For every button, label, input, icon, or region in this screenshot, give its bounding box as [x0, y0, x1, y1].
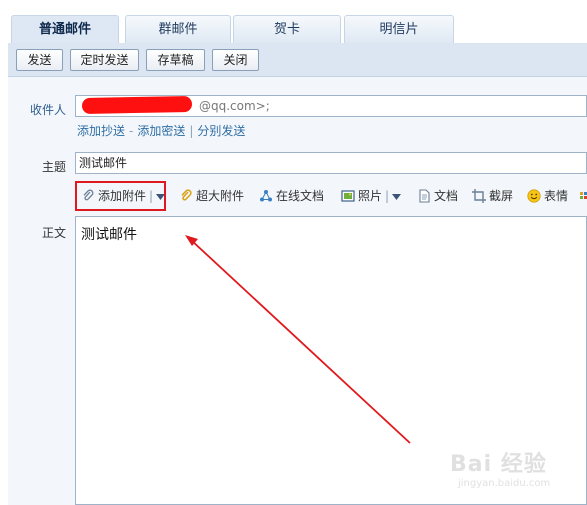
compose-toolbar: 发送 定时发送 存草稿 关闭 [8, 43, 587, 77]
online-doc-label: 在线文档 [276, 189, 325, 203]
crop-icon [472, 188, 486, 203]
grid-icon [580, 191, 587, 199]
separate-send-link[interactable]: 分别发送 [197, 124, 245, 138]
photo-button[interactable]: 照片 | [341, 183, 402, 209]
watermark: Bai 经验 jingyan.baidu.com [450, 446, 580, 496]
document-icon [419, 188, 430, 203]
close-button[interactable]: 关闭 [212, 49, 259, 71]
screenshot-label: 截屏 [489, 189, 514, 203]
photo-label: 照片 [358, 189, 383, 203]
online-doc-button[interactable]: 在线文档 [259, 183, 324, 209]
photo-icon [341, 189, 355, 202]
recipient-value: @qq.com>; [199, 99, 270, 113]
large-paperclip-icon [181, 188, 192, 201]
tab-normal-mail[interactable]: 普通邮件 [11, 15, 119, 44]
share-nodes-icon [260, 189, 272, 201]
timed-send-button[interactable]: 定时发送 [70, 49, 139, 71]
add-bcc-link[interactable]: 添加密送 [137, 124, 185, 138]
recipient-input[interactable]: @qq.com>; [75, 95, 587, 117]
recipient-label: 收件人 [30, 103, 67, 117]
recipient-actions: 添加抄送 - 添加密送 | 分别发送 [77, 124, 246, 138]
add-cc-link[interactable]: 添加抄送 [77, 124, 125, 138]
document-button[interactable]: 文档 [417, 183, 458, 209]
watermark-sub: jingyan.baidu.com [458, 478, 551, 489]
save-draft-button[interactable]: 存草稿 [146, 49, 205, 71]
screenshot-button[interactable]: 截屏 [472, 183, 513, 209]
large-attachment-button[interactable]: 超大附件 [179, 183, 244, 209]
compose-form: 收件人 @qq.com>; 添加抄送 - 添加密送 | 分别发送 主题 测试邮件 添加附… [8, 77, 587, 505]
more-tools-icon[interactable] [580, 183, 587, 209]
tab-strip: 普通邮件 群邮件 贺卡 明信片 [8, 0, 587, 44]
compose-window: 普通邮件 群邮件 贺卡 明信片 发送 定时发送 存草稿 关闭 收件人 @qq.c… [0, 0, 587, 505]
emoji-label: 表情 [544, 189, 569, 203]
tab-postcard[interactable]: 明信片 [344, 15, 454, 43]
body-text: 测试邮件 [81, 227, 137, 243]
tab-group-mail[interactable]: 群邮件 [125, 15, 231, 43]
body-label: 正文 [42, 226, 67, 240]
attachment-toolbar: 添加附件 | 超大附件 在线文档 照片 | 文档 截屏 表情 [75, 181, 587, 211]
document-label: 文档 [434, 189, 459, 203]
emoji-button[interactable]: 表情 [527, 183, 568, 209]
chevron-down-icon[interactable] [392, 193, 402, 200]
smiley-icon [527, 188, 541, 203]
subject-input[interactable]: 测试邮件 [75, 152, 587, 174]
send-button[interactable]: 发送 [16, 49, 63, 71]
large-attachment-label: 超大附件 [196, 189, 245, 203]
tab-greeting-card[interactable]: 贺卡 [233, 15, 341, 43]
watermark-main: Bai 经验 [450, 452, 547, 477]
subject-label: 主题 [42, 160, 67, 174]
highlight-box [75, 181, 166, 211]
redaction-mark [81, 96, 193, 114]
